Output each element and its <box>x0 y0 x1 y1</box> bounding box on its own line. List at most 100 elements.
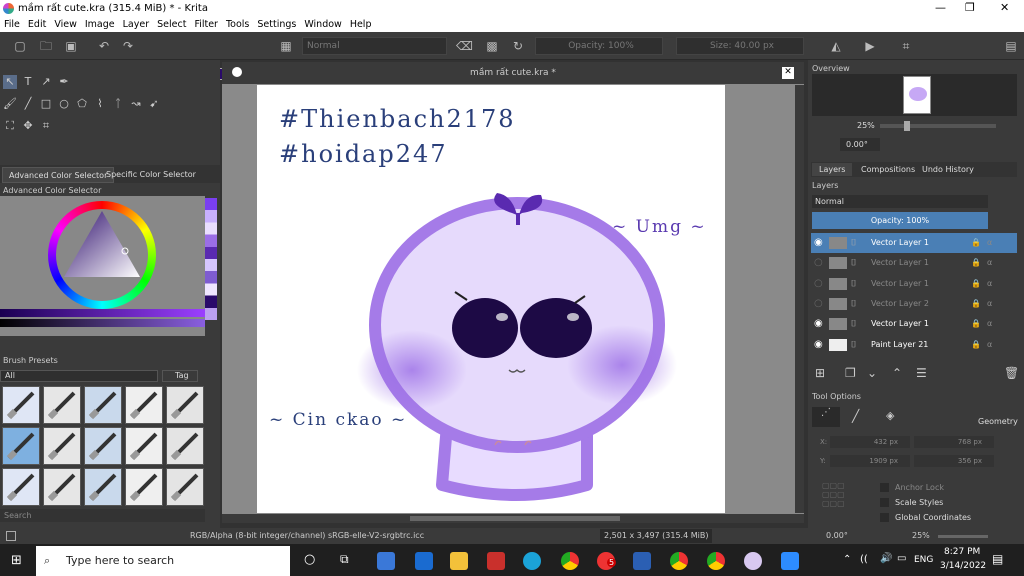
duplicate-layer-icon[interactable]: ❐ <box>845 366 856 380</box>
clock-date[interactable]: 3/14/2022 <box>940 561 986 571</box>
layer-row[interactable]: ◉ ⌷ Vector Layer 1 🔒 α <box>811 233 1017 253</box>
brush-preset-15[interactable] <box>166 468 204 506</box>
zoom-app-icon[interactable] <box>781 552 799 570</box>
tool-mode-fill-icon[interactable]: ◈ <box>886 409 894 422</box>
freehand-path-icon[interactable]: ↝ <box>129 97 143 111</box>
y-field[interactable]: 1909 px <box>830 455 910 467</box>
notifications-icon[interactable]: ▤ <box>992 552 1003 566</box>
cortana-icon[interactable]: ○ <box>304 552 315 567</box>
lock-icon[interactable]: 🔒 <box>971 314 981 334</box>
undo-icon[interactable]: ↶ <box>96 37 112 55</box>
line-tool-icon[interactable]: ╱ <box>21 97 35 111</box>
polyline-tool-icon[interactable]: ⌇ <box>93 97 107 111</box>
menu-item-filter[interactable]: Filter <box>190 17 222 30</box>
brush-preset-6[interactable] <box>2 427 40 465</box>
brush-preset-5[interactable] <box>166 386 204 424</box>
menu-item-window[interactable]: Window <box>300 17 345 30</box>
save-icon[interactable]: ▣ <box>63 37 79 55</box>
menu-item-settings[interactable]: Settings <box>253 17 300 30</box>
lock-icon[interactable]: 🔒 <box>971 233 981 253</box>
brush-preset-1[interactable] <box>2 386 40 424</box>
status-zoom[interactable]: 25% <box>912 528 930 544</box>
tab-specific-color[interactable]: Specific Color Selector <box>100 167 202 183</box>
ellipse-tool-icon[interactable]: ○ <box>57 97 71 111</box>
size-slider[interactable]: Size: 40.00 px <box>676 37 804 55</box>
color-history[interactable] <box>205 198 217 320</box>
workspace-icon[interactable]: ▤ <box>1003 37 1019 55</box>
color-bar-2[interactable] <box>0 319 205 327</box>
transform-tool-icon[interactable]: ⛶ <box>3 119 17 133</box>
blend-mode-select[interactable]: Normal <box>302 37 447 55</box>
saturation-triangle[interactable] <box>64 211 140 277</box>
move-tool-icon[interactable]: ✥ <box>21 119 35 133</box>
brush-preset-12[interactable] <box>43 468 81 506</box>
brush-preset-7[interactable] <box>43 427 81 465</box>
add-layer-icon[interactable]: ⊞ <box>815 366 825 380</box>
volume-icon[interactable]: 🔊 <box>880 553 892 564</box>
chrome-profile-2-icon[interactable] <box>707 552 725 570</box>
layer-row[interactable]: ◉ ⌷ Paint Layer 21 🔒 α <box>811 335 1017 355</box>
layer-opacity-slider[interactable]: Opacity: 100% <box>812 212 988 229</box>
text-tool-icon[interactable]: T <box>21 75 35 89</box>
minimize-icon[interactable]: — <box>935 1 946 14</box>
edit-shapes-icon[interactable]: ↗ <box>39 75 53 89</box>
brush-preset-14[interactable] <box>125 468 163 506</box>
store-icon[interactable] <box>377 552 395 570</box>
anchor-lock-checkbox[interactable] <box>880 483 889 492</box>
document-tab[interactable]: mầm rất cute.kra * ✕ <box>222 62 804 84</box>
status-rotation[interactable]: 0.00° <box>826 528 848 544</box>
crop-icon[interactable]: ⌗ <box>898 37 914 55</box>
close-icon[interactable]: ✕ <box>1000 1 1009 14</box>
layer-row[interactable]: ◉ ⌷ Vector Layer 1 🔒 α <box>811 314 1017 334</box>
menu-item-view[interactable]: View <box>50 17 81 30</box>
brush-preset-8[interactable] <box>84 427 122 465</box>
brush-tool-icon[interactable]: 🖌 <box>3 97 17 111</box>
vertical-scrollbar[interactable] <box>795 85 804 513</box>
word-icon[interactable] <box>633 552 651 570</box>
alpha-icon[interactable]: α <box>987 294 992 314</box>
x-field[interactable]: 432 px <box>830 436 910 448</box>
layer-row[interactable]: ○ ⌷ Vector Layer 2 🔒 α <box>811 294 1017 314</box>
menu-item-tools[interactable]: Tools <box>222 17 253 30</box>
brush-search-input[interactable]: Search <box>0 509 205 522</box>
edge-icon[interactable] <box>523 552 541 570</box>
mirror-horizontal-icon[interactable]: ◭ <box>828 37 844 55</box>
eye-hidden-icon[interactable]: ○ <box>814 294 823 314</box>
opacity-slider[interactable]: Opacity: 100% <box>535 37 663 55</box>
eye-hidden-icon[interactable]: ○ <box>814 253 823 273</box>
mirror-vertical-icon[interactable]: ▶ <box>862 37 878 55</box>
rotation-field[interactable]: 0.00° <box>840 138 880 151</box>
rectangle-tool-icon[interactable]: □ <box>39 97 53 111</box>
clock-time[interactable]: 8:27 PM <box>944 547 980 557</box>
vivaldi-icon[interactable] <box>487 552 505 570</box>
calligraphy-icon[interactable]: ✒ <box>57 75 71 89</box>
menu-item-file[interactable]: File <box>0 17 24 30</box>
network-icon[interactable]: (( <box>860 554 868 565</box>
brush-preset-11[interactable] <box>2 468 40 506</box>
tag-button[interactable]: Tag <box>162 370 198 382</box>
alpha-lock-icon[interactable]: ▩ <box>484 37 500 55</box>
lock-icon[interactable]: 🔒 <box>971 274 981 294</box>
brush-preset-4[interactable] <box>125 386 163 424</box>
color-bar-1[interactable] <box>0 309 205 317</box>
crop-tool-icon[interactable]: ⌗ <box>39 119 53 133</box>
battery-icon[interactable]: ▭ <box>897 553 906 564</box>
status-zoom-slider[interactable] <box>938 535 988 538</box>
taskbar-search[interactable]: Type here to search <box>36 546 290 576</box>
select-tool-icon[interactable]: ↖ <box>3 75 17 89</box>
chrome-badge-icon[interactable]: 5 <box>597 552 617 570</box>
alpha-icon[interactable]: α <box>987 314 992 334</box>
tool-mode-line-icon[interactable]: ╱ <box>852 409 859 423</box>
eye-visible-icon[interactable]: ◉ <box>814 335 823 355</box>
global-coords-checkbox[interactable] <box>880 513 889 522</box>
tool-mode-select-icon[interactable]: ⋰ <box>812 407 840 427</box>
anchor-grid[interactable]: ▢▢▢ ▢▢▢ ▢▢▢ <box>822 481 864 523</box>
bezier-tool-icon[interactable]: ᛏ <box>111 97 125 111</box>
width-field[interactable]: 768 px <box>914 436 994 448</box>
chrome-icon[interactable] <box>561 552 579 570</box>
tab-undo-history[interactable]: Undo History <box>918 163 978 176</box>
eye-visible-icon[interactable]: ◉ <box>814 233 823 253</box>
language-indicator[interactable]: ENG <box>914 555 933 565</box>
lock-icon[interactable]: 🔒 <box>971 253 981 273</box>
overview-panel[interactable] <box>812 74 1017 116</box>
